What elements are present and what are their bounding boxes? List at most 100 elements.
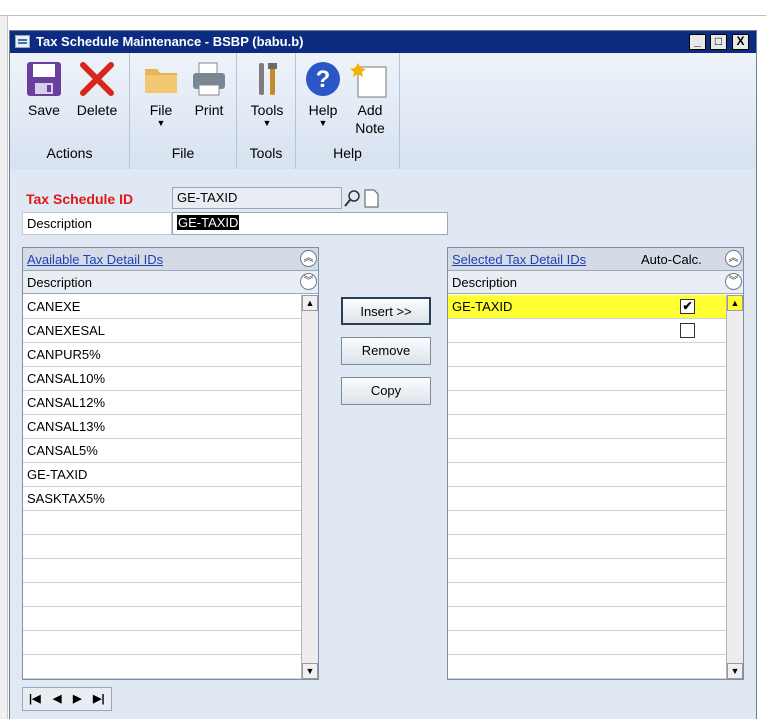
file-button[interactable]: File ▼	[140, 59, 182, 128]
list-item[interactable]: CANEXE	[23, 295, 301, 319]
add-note-label-line1: Add	[357, 102, 383, 118]
previous-record-icon[interactable]: ◀	[53, 692, 61, 705]
ribbon: Save Delete Actions File ▼ Print File To…	[10, 53, 756, 169]
add-note-label-line2: Note	[355, 120, 385, 136]
print-button[interactable]: Print	[188, 59, 230, 119]
list-item[interactable]	[448, 511, 726, 535]
list-item[interactable]: CANSAL10%	[23, 367, 301, 391]
background-top	[0, 0, 766, 16]
help-button[interactable]: ? Help ▼	[302, 59, 344, 128]
new-document-icon[interactable]	[362, 188, 380, 208]
available-column-label: Description	[27, 275, 93, 290]
save-icon	[24, 59, 64, 99]
list-item[interactable]: GE-TAXID	[23, 463, 301, 487]
minimize-button[interactable]: _	[689, 34, 706, 50]
delete-button[interactable]: Delete	[74, 59, 120, 119]
scroll-down-icon[interactable]: ▼	[302, 663, 318, 679]
first-record-icon[interactable]: |◀	[29, 692, 41, 705]
list-item[interactable]	[448, 535, 726, 559]
ribbon-group-help: ? Help ▼ Add Note Help	[296, 53, 400, 169]
list-item[interactable]	[448, 655, 726, 679]
available-title-link[interactable]: Available Tax Detail IDs	[27, 252, 163, 267]
expand-down-icon[interactable]: ︾	[725, 273, 742, 290]
selected-title-link[interactable]: Selected Tax Detail IDs	[452, 252, 586, 267]
list-item[interactable]	[448, 583, 726, 607]
expand-down-icon[interactable]: ︾	[300, 273, 317, 290]
ribbon-group-actions: Save Delete Actions	[10, 53, 130, 169]
save-button[interactable]: Save	[22, 59, 66, 119]
list-item[interactable]	[23, 535, 301, 559]
list-item[interactable]	[448, 415, 726, 439]
note-icon	[350, 59, 390, 99]
tools-dropdown-icon: ▼	[262, 118, 272, 128]
collapse-up-icon[interactable]: ︽	[300, 250, 317, 267]
next-record-icon[interactable]: ▶	[73, 692, 81, 705]
description-field[interactable]: GE-TAXID	[172, 212, 448, 235]
description-value: GE-TAXID	[177, 215, 240, 230]
list-item[interactable]	[448, 319, 726, 343]
list-item[interactable]	[448, 487, 726, 511]
last-record-icon[interactable]: ▶|	[93, 692, 105, 705]
file-label: File	[149, 102, 173, 118]
help-dropdown-icon: ▼	[318, 118, 328, 128]
window-icon	[15, 35, 30, 48]
form-area: Tax Schedule ID GE-TAXID Description GE-…	[10, 169, 756, 719]
save-label: Save	[28, 102, 60, 118]
lookup-icon[interactable]	[343, 188, 361, 208]
scroll-down-icon[interactable]: ▼	[727, 663, 743, 679]
print-label: Print	[194, 102, 224, 118]
background-left-strip	[0, 16, 8, 719]
list-item[interactable]	[23, 511, 301, 535]
list-item[interactable]: CANSAL5%	[23, 439, 301, 463]
remove-button[interactable]: Remove	[341, 337, 431, 365]
title-bar[interactable]: Tax Schedule Maintenance - BSBP (babu.b)…	[10, 31, 756, 53]
list-item[interactable]: CANEXESAL	[23, 319, 301, 343]
list-item[interactable]	[448, 367, 726, 391]
autocalc-header: Auto-Calc.	[641, 252, 702, 267]
tools-icon	[247, 59, 287, 99]
list-item[interactable]	[448, 559, 726, 583]
background-right-strip	[757, 16, 766, 719]
selected-column-label: Description	[452, 275, 518, 290]
insert-button[interactable]: Insert >>	[341, 297, 431, 325]
list-item[interactable]	[23, 631, 301, 655]
list-item[interactable]	[23, 607, 301, 631]
list-item[interactable]	[448, 343, 726, 367]
tools-button[interactable]: Tools ▼	[245, 59, 289, 128]
available-scrollbar[interactable]: ▲ ▼	[301, 295, 318, 679]
list-item[interactable]	[23, 583, 301, 607]
available-column-header: Description ︾	[23, 271, 318, 294]
selected-header: Selected Tax Detail IDs Auto-Calc. ︽	[448, 248, 743, 271]
list-item[interactable]	[23, 655, 301, 679]
file-dropdown-icon: ▼	[156, 118, 166, 128]
svg-text:?: ?	[316, 66, 331, 93]
list-item[interactable]: SASKTAX5%	[23, 487, 301, 511]
list-item[interactable]	[23, 559, 301, 583]
list-item[interactable]: CANPUR5%	[23, 343, 301, 367]
tax-schedule-id-field[interactable]: GE-TAXID	[172, 187, 342, 209]
browse-navigation: |◀ ◀ ▶ ▶|	[22, 687, 112, 711]
list-item[interactable]	[448, 607, 726, 631]
list-item[interactable]	[448, 463, 726, 487]
list-item[interactable]: CANSAL13%	[23, 415, 301, 439]
available-header: Available Tax Detail IDs ︽	[23, 248, 318, 271]
autocalc-checkbox[interactable]	[680, 323, 695, 338]
folder-icon	[141, 59, 181, 99]
list-item[interactable]	[448, 631, 726, 655]
copy-button[interactable]: Copy	[341, 377, 431, 405]
maximize-button[interactable]: □	[710, 34, 727, 50]
close-button[interactable]: X	[732, 34, 749, 50]
scroll-up-icon[interactable]: ▲	[302, 295, 318, 311]
delete-icon	[77, 59, 117, 99]
ribbon-group-tools: Tools ▼ Tools	[237, 53, 296, 169]
selected-column-header: Description ︾	[448, 271, 743, 294]
collapse-up-icon[interactable]: ︽	[725, 250, 742, 267]
printer-icon	[189, 59, 229, 99]
list-item[interactable]	[448, 391, 726, 415]
selected-scrollbar[interactable]: ▲ ▼	[726, 295, 743, 679]
add-note-button[interactable]: Add Note	[348, 59, 392, 137]
window-title: Tax Schedule Maintenance - BSBP (babu.b)	[36, 34, 304, 49]
list-item[interactable]: CANSAL12%	[23, 391, 301, 415]
ribbon-group-file: File ▼ Print File	[130, 53, 237, 169]
list-item[interactable]	[448, 439, 726, 463]
